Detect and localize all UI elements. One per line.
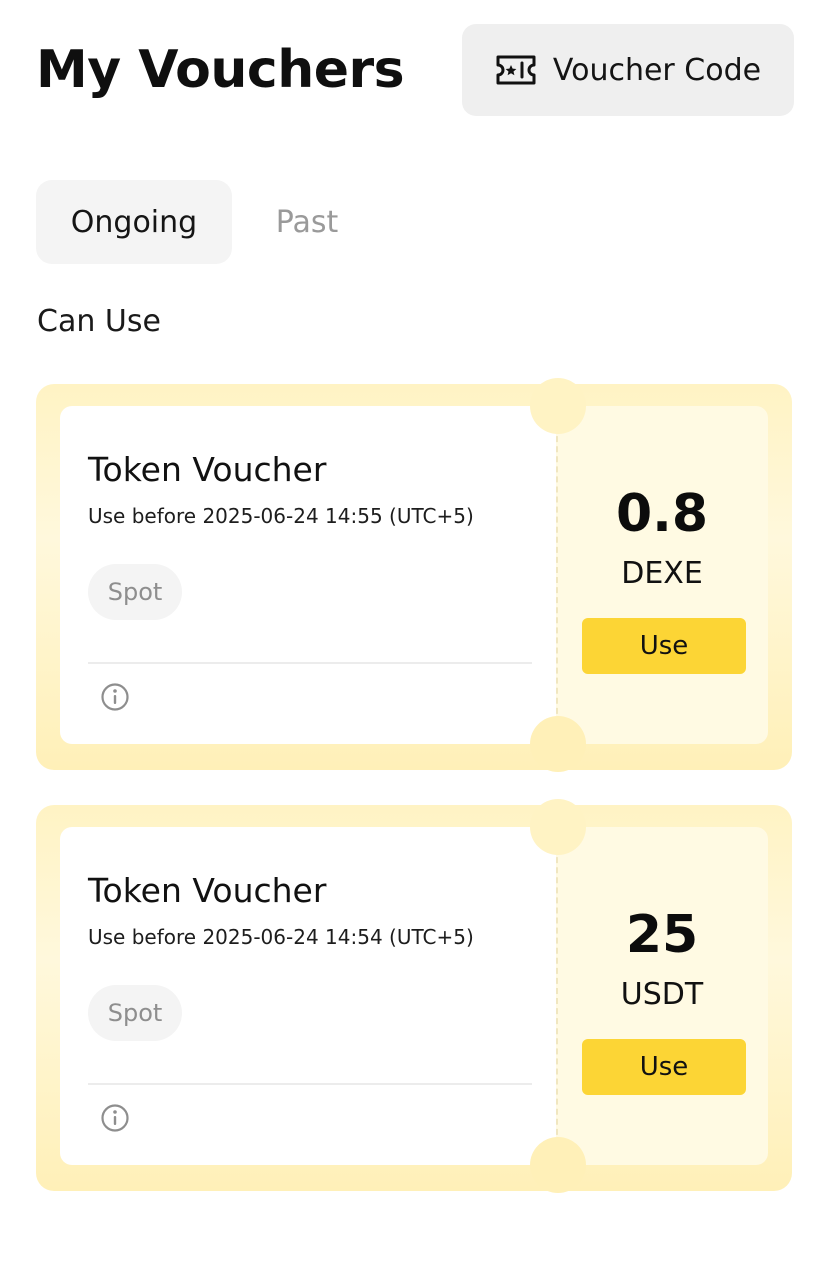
voucher-unit: USDT: [620, 977, 704, 1012]
voucher-tabs: Ongoing Past: [36, 180, 382, 264]
page-title: My Vouchers: [36, 40, 405, 100]
use-button[interactable]: Use: [582, 618, 746, 674]
ticket-notch: [530, 716, 586, 772]
voucher-amount: 0.8: [615, 484, 709, 544]
divider: [88, 1083, 532, 1085]
vouchers-page: My Vouchers Voucher Code Ongoing Past Ca…: [0, 0, 828, 1280]
voucher-expiry: Use before 2025-06-24 14:54 (UTC+5): [88, 925, 474, 949]
voucher-code-label: Voucher Code: [552, 52, 762, 88]
voucher-unit: DEXE: [621, 556, 703, 591]
voucher-tag-spot: Spot: [88, 564, 182, 620]
voucher-card: Token Voucher Use before 2025-06-24 14:5…: [36, 378, 792, 772]
voucher-title: Token Voucher: [88, 450, 327, 489]
voucher-card: Token Voucher Use before 2025-06-24 14:5…: [36, 799, 792, 1193]
tab-ongoing[interactable]: Ongoing: [36, 180, 232, 264]
voucher-title: Token Voucher: [88, 871, 327, 910]
use-button[interactable]: Use: [582, 1039, 746, 1095]
info-icon[interactable]: [100, 682, 130, 712]
voucher-expiry: Use before 2025-06-24 14:55 (UTC+5): [88, 504, 474, 528]
voucher-code-button[interactable]: Voucher Code: [462, 24, 794, 116]
tab-past[interactable]: Past: [232, 180, 382, 264]
divider: [88, 662, 532, 664]
ticket-star-icon: [495, 54, 537, 86]
ticket-notch: [530, 799, 586, 855]
ticket-notch: [530, 378, 586, 434]
section-label-can-use: Can Use: [37, 304, 161, 339]
ticket-notch: [530, 1137, 586, 1193]
voucher-tag-spot: Spot: [88, 985, 182, 1041]
info-icon[interactable]: [100, 1103, 130, 1133]
voucher-amount: 25: [625, 905, 699, 965]
